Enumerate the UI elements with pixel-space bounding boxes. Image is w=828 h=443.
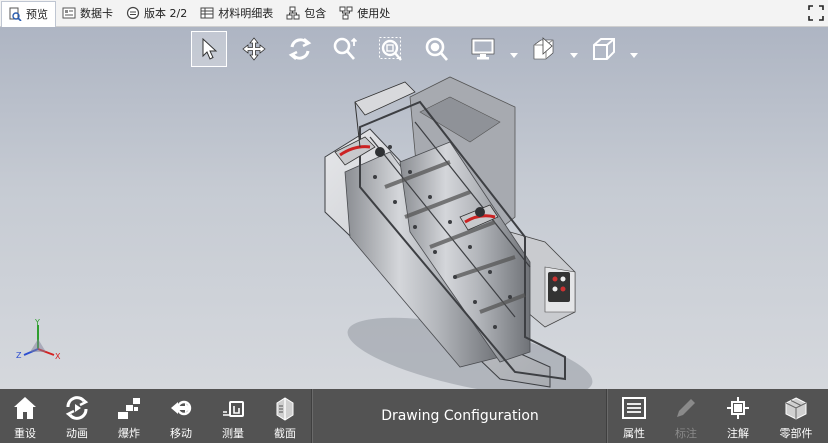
cad-model-render[interactable] <box>300 67 600 389</box>
reset-label: 重设 <box>14 427 36 440</box>
zoom-area-icon[interactable] <box>373 31 409 67</box>
view-orientation-dropdown-icon[interactable] <box>630 44 638 58</box>
display-style-dropdown-icon[interactable] <box>510 44 518 58</box>
measure-label: 测量 <box>222 427 244 440</box>
display-style-icon[interactable] <box>466 31 502 67</box>
configuration-name[interactable]: Drawing Configuration <box>314 389 606 443</box>
components-icon <box>783 395 809 421</box>
orientation-triad: Y X Z <box>14 318 66 364</box>
explode-label: 爆炸 <box>118 427 140 440</box>
separator-right <box>606 389 608 443</box>
tab-bom[interactable]: 材料明细表 <box>194 0 280 27</box>
triad-y-label: Y <box>34 319 40 327</box>
bottom-toolbar: 重设 动画 爆炸 移动 测量 截面 Drawing Configuration <box>0 389 828 443</box>
separator-left <box>311 389 313 443</box>
tab-where-used[interactable]: 使用处 <box>333 0 397 27</box>
reset-button[interactable]: 重设 <box>3 389 47 443</box>
animation-label: 动画 <box>66 427 88 440</box>
annotation-label: 注解 <box>727 427 749 440</box>
tab-label: 预览 <box>26 8 48 21</box>
select-icon[interactable] <box>191 31 227 67</box>
properties-label: 属性 <box>623 427 645 440</box>
tab-contains[interactable]: 包含 <box>280 0 333 27</box>
animation-button[interactable]: 动画 <box>55 389 99 443</box>
section-button[interactable]: 截面 <box>263 389 307 443</box>
tab-label: 数据卡 <box>80 7 113 20</box>
annotation-icon <box>725 395 751 421</box>
tab-version[interactable]: 版本 2/2 <box>120 0 194 27</box>
bom-table-icon <box>200 6 214 20</box>
tab-label: 包含 <box>304 7 327 20</box>
section-icon <box>272 395 298 421</box>
pan-icon[interactable] <box>236 31 272 67</box>
tab-label: 版本 2/2 <box>144 7 188 20</box>
tab-label: 使用处 <box>357 7 391 20</box>
section-label: 截面 <box>274 427 296 440</box>
rotate-icon[interactable] <box>282 31 318 67</box>
markup-pen-icon <box>673 395 699 421</box>
measure-icon <box>220 395 246 421</box>
properties-icon <box>621 395 647 421</box>
contains-icon <box>286 6 300 20</box>
components-label: 零部件 <box>779 427 813 440</box>
triad-z-label: Z <box>16 351 22 360</box>
tab-bar: 预览 数据卡 版本 2/2 材料明细表 包含 使用处 <box>0 0 828 27</box>
where-used-icon <box>339 6 353 20</box>
view-orientation-icon[interactable] <box>586 31 622 67</box>
section-view-icon[interactable] <box>526 31 562 67</box>
zoom-icon[interactable] <box>327 31 363 67</box>
zoom-fit-icon[interactable] <box>419 31 455 67</box>
explode-icon <box>116 395 142 421</box>
tab-preview[interactable]: 预览 <box>1 0 56 27</box>
explode-button[interactable]: 爆炸 <box>107 389 151 443</box>
version-icon <box>126 6 140 20</box>
datacard-icon <box>62 6 76 20</box>
home-icon <box>12 395 38 421</box>
tab-label: 材料明细表 <box>218 7 274 20</box>
move-label: 移动 <box>170 427 192 440</box>
markup-button[interactable]: 标注 <box>664 389 708 443</box>
move-button[interactable]: 移动 <box>159 389 203 443</box>
markup-label: 标注 <box>675 427 697 440</box>
animation-icon <box>64 395 90 421</box>
measure-button[interactable]: 测量 <box>211 389 255 443</box>
preview-icon <box>8 7 22 21</box>
model-viewport[interactable]: Y X Z <box>0 27 828 389</box>
tab-datacard[interactable]: 数据卡 <box>56 0 120 27</box>
move-icon <box>168 395 194 421</box>
triad-x-label: X <box>55 352 61 361</box>
components-button[interactable]: 零部件 <box>774 389 818 443</box>
section-view-dropdown-icon[interactable] <box>570 44 578 58</box>
properties-button[interactable]: 属性 <box>612 389 656 443</box>
fullscreen-icon[interactable] <box>808 5 824 21</box>
annotation-button[interactable]: 注解 <box>716 389 760 443</box>
